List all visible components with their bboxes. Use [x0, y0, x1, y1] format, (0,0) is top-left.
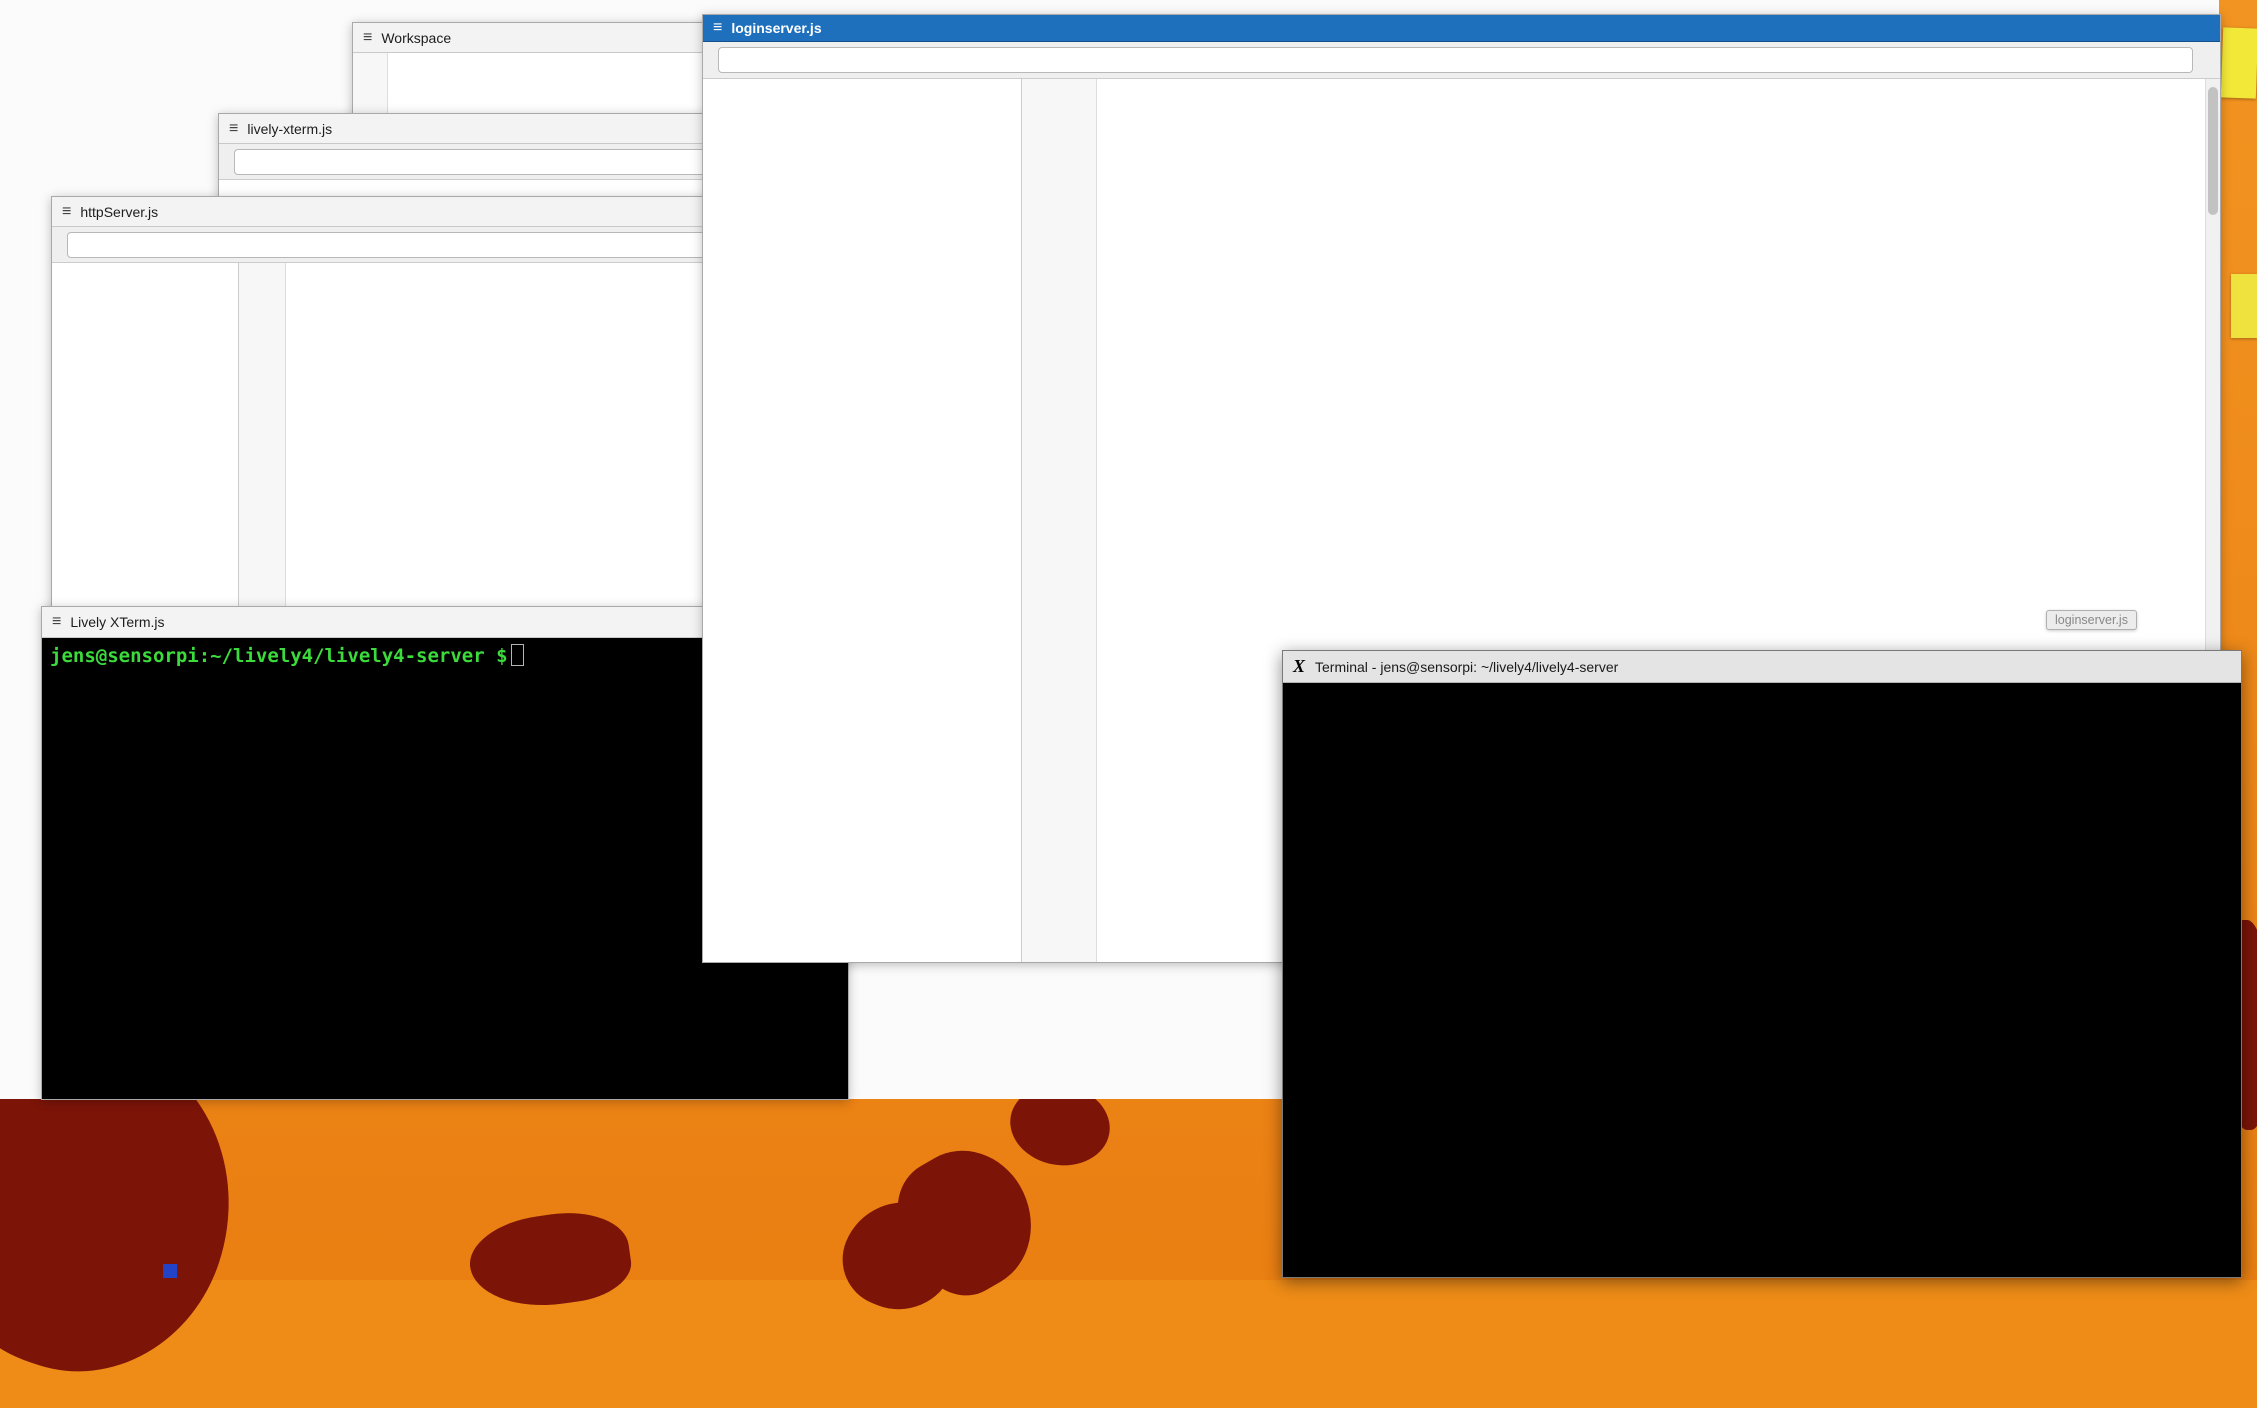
code-editor[interactable]: [239, 263, 752, 633]
url-input[interactable]: [67, 232, 744, 258]
terminal-cursor: [511, 644, 524, 666]
hover-tooltip: loginserver.js: [2046, 610, 2137, 630]
shell-prompt: jens@sensorpi:~/lively4/lively4-server $: [50, 645, 508, 667]
window-title: httpServer.js: [80, 204, 158, 220]
file-tree: [703, 79, 1022, 962]
loginserver-titlebar[interactable]: ≡ loginserver.js: [703, 15, 2220, 42]
httpserver-window: ≡ httpServer.js: [51, 196, 753, 634]
terminal-window: X Terminal - jens@sensorpi: ~/lively4/li…: [1282, 650, 2242, 1278]
terminal-output[interactable]: [1283, 683, 2241, 1277]
window-title: Workspace: [381, 30, 451, 46]
url-input[interactable]: [718, 47, 2193, 73]
window-title: loginserver.js: [731, 20, 821, 36]
menu-icon[interactable]: ≡: [52, 613, 61, 631]
scrollbar-thumb[interactable]: [2208, 87, 2218, 215]
window-title: Terminal - jens@sensorpi: ~/lively4/live…: [1315, 659, 1618, 675]
desktop-item[interactable]: [163, 1264, 177, 1278]
xterm-icon: X: [1293, 656, 1305, 677]
sticky-note[interactable]: [2221, 27, 2257, 98]
wallpaper-shape: [465, 1204, 636, 1315]
file-tree: [52, 263, 239, 633]
window-title: lively-xterm.js: [247, 121, 332, 137]
menu-icon[interactable]: ≡: [62, 203, 71, 221]
httpserver-titlebar[interactable]: ≡ httpServer.js: [52, 197, 752, 227]
terminal-titlebar[interactable]: X Terminal - jens@sensorpi: ~/lively4/li…: [1283, 651, 2241, 683]
menu-icon[interactable]: ≡: [363, 29, 372, 47]
menu-icon[interactable]: ≡: [229, 120, 238, 138]
menu-icon[interactable]: ≡: [713, 19, 722, 37]
window-title: Lively XTerm.js: [70, 614, 164, 630]
sticky-note[interactable]: [2231, 274, 2257, 338]
